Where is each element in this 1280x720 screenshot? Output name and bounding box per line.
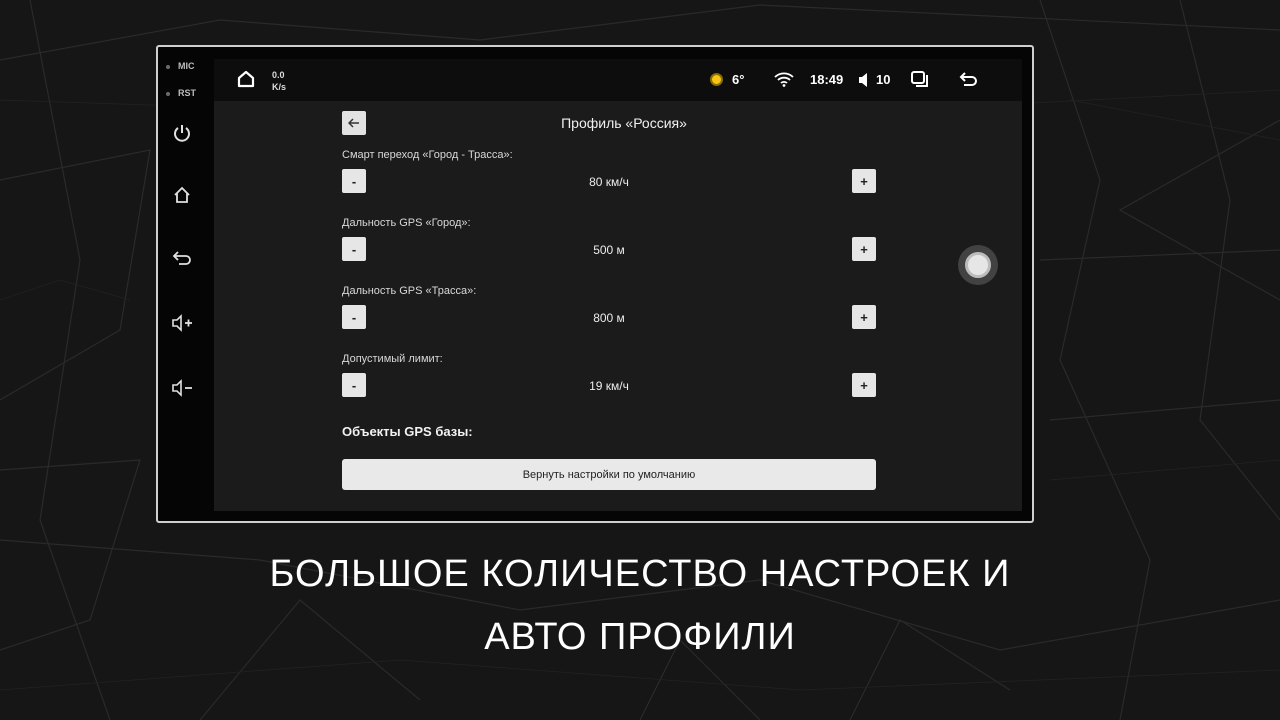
multiwindow-icon (911, 71, 928, 87)
minus-button-gps-city[interactable]: - (342, 237, 366, 261)
screen: 0.0 K/s 6° 18:49 10 Профиль «Россия» Сма… (214, 59, 1022, 511)
volume-up-icon (172, 314, 192, 332)
head-unit: MIC RST 0.0 K/s 6° 18:49 10 Профиль «Рос… (156, 45, 1034, 523)
sun-icon (710, 73, 723, 86)
page-back-button[interactable] (342, 111, 366, 135)
plus-button-gps-city[interactable]: + (852, 237, 876, 261)
power-button[interactable] (164, 115, 200, 151)
wifi-status[interactable] (774, 71, 794, 87)
back-icon (959, 72, 977, 86)
value-gps-city: 500 м (593, 243, 625, 257)
mic-dot (166, 65, 170, 69)
floating-button[interactable] (958, 245, 998, 285)
volume-down-button[interactable] (164, 370, 200, 406)
rst-label[interactable]: RST (178, 88, 196, 98)
plus-button-allowed-limit[interactable]: + (852, 373, 876, 397)
power-icon (174, 125, 190, 142)
caption-line-2: АВТО ПРОФИЛИ (484, 616, 796, 658)
net-speed-value: 0.0 (272, 70, 285, 80)
caption-line-1: БОЛЬШОЕ КОЛИЧЕСТВО НАСТРОЕК И (269, 553, 1011, 595)
arrow-left-icon (348, 118, 359, 128)
status-bar: 0.0 K/s 6° 18:49 10 (214, 59, 1022, 101)
temperature: 6° (732, 72, 745, 87)
net-speed: 0.0 K/s (272, 69, 286, 93)
multiwindow-button[interactable] (910, 70, 930, 88)
mic-label: MIC (178, 61, 195, 71)
row-label-gps-city: Дальность GPS «Город»: (342, 217, 471, 229)
value-gps-highway: 800 м (593, 311, 625, 325)
page-title: Профиль «Россия» (561, 115, 687, 131)
wifi-icon (774, 72, 794, 87)
plus-button-gps-highway[interactable]: + (852, 305, 876, 329)
minus-button-allowed-limit[interactable]: - (342, 373, 366, 397)
volume-down-icon (172, 379, 192, 397)
gps-objects-heading: Объекты GPS базы: (342, 424, 473, 439)
volume-status[interactable]: 10 (858, 72, 890, 87)
row-label-allowed-limit: Допустимый лимит: (342, 353, 443, 365)
plus-button-smart-transition[interactable]: + (852, 169, 876, 193)
value-allowed-limit: 19 км/ч (589, 379, 629, 393)
floating-button-icon (965, 252, 991, 278)
rst-dot (166, 92, 170, 96)
volume-up-button[interactable] (164, 305, 200, 341)
weather[interactable]: 6° (710, 72, 744, 87)
side-panel: MIC RST (158, 47, 212, 521)
minus-button-smart-transition[interactable]: - (342, 169, 366, 193)
row-label-gps-highway: Дальность GPS «Трасса»: (342, 285, 477, 297)
net-speed-unit: K/s (272, 82, 287, 92)
back-icon (172, 251, 191, 265)
home-icon (174, 186, 190, 203)
row-label-smart-transition: Смарт переход «Город - Трасса»: (342, 149, 513, 161)
home-button[interactable] (164, 177, 200, 213)
minus-button-gps-highway[interactable]: - (342, 305, 366, 329)
clock: 18:49 (810, 72, 844, 87)
volume-level: 10 (876, 72, 891, 87)
home-icon (237, 70, 255, 88)
reset-defaults-button[interactable]: Вернуть настройки по умолчанию (342, 459, 876, 490)
back-status-button[interactable] (958, 70, 978, 88)
back-button-side[interactable] (164, 240, 200, 276)
speaker-icon (859, 72, 867, 87)
home-status-button[interactable] (236, 69, 256, 89)
value-smart-transition: 80 км/ч (589, 175, 629, 189)
settings-page: Профиль «Россия» Смарт переход «Город - … (214, 101, 1022, 511)
